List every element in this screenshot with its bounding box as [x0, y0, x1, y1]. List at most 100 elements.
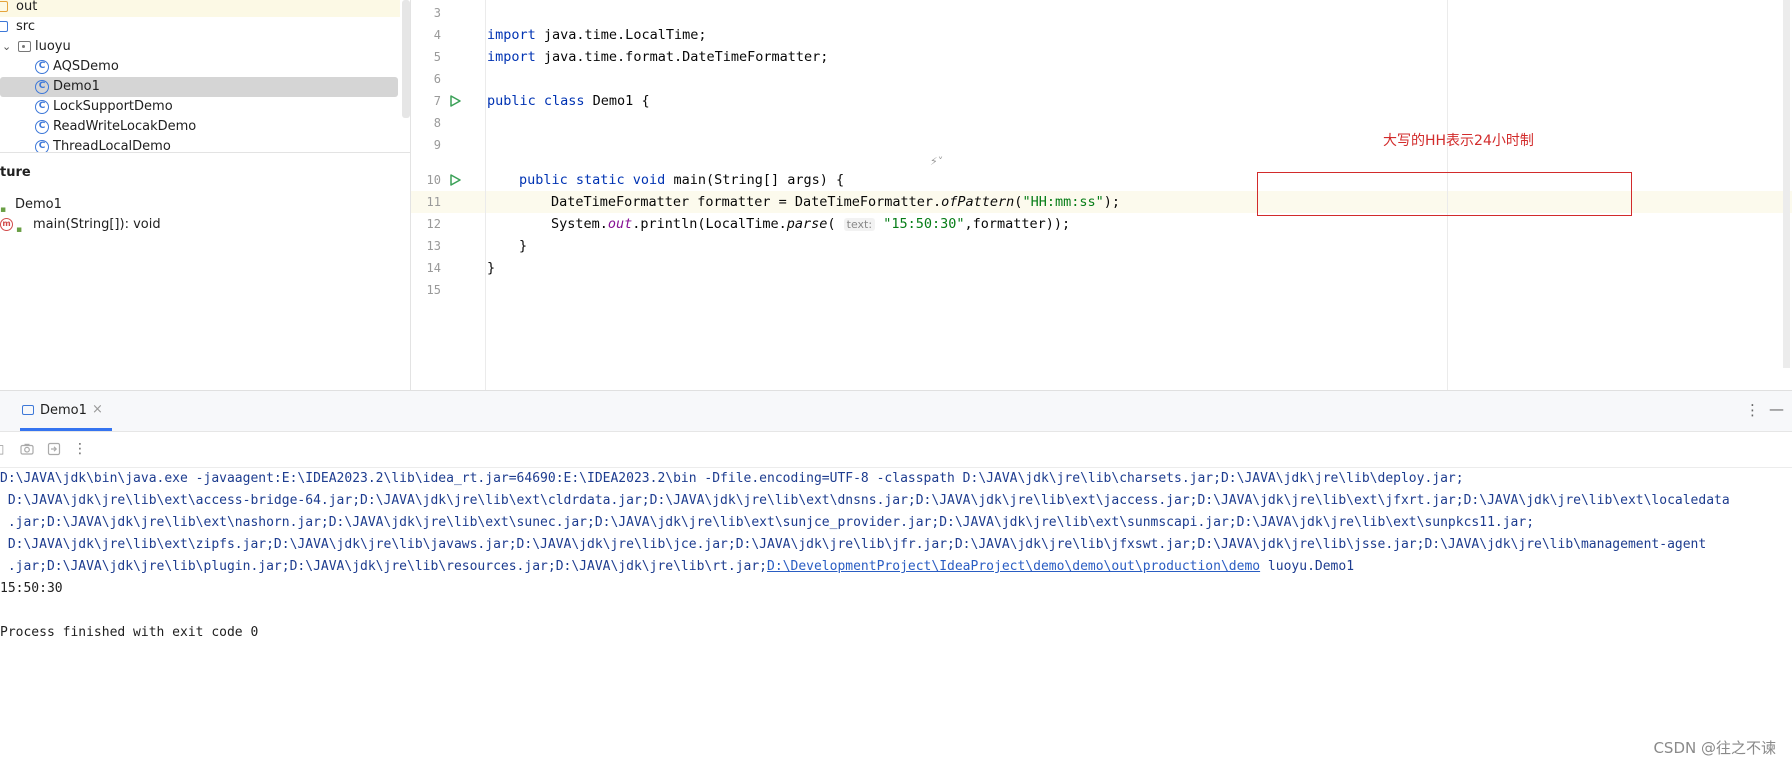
- more-options-icon[interactable]: ⋮: [1745, 401, 1760, 419]
- code-text: Demo1 {: [584, 93, 650, 109]
- static-method: ofPattern: [941, 194, 1015, 210]
- folder-icon: [0, 21, 8, 32]
- line-number: 9: [433, 138, 441, 152]
- folder-icon: [0, 1, 8, 12]
- tree-item-label: Demo1: [53, 79, 100, 94]
- camera-icon[interactable]: [20, 442, 34, 456]
- code-text: ,formatter));: [964, 216, 1071, 232]
- tree-item-label: ReadWriteLocakDemo: [53, 119, 197, 134]
- tree-item-luoyu[interactable]: ⌄ luoyu: [0, 37, 400, 57]
- structure-item-method[interactable]: m ▪ main(String[]): void: [0, 215, 400, 235]
- code-text: main(String[] args) {: [665, 172, 845, 188]
- run-tool-window: Demo1 × ⋮ — ▯ ⋮ D:\JAVA\jdk\bin\java.exe…: [0, 390, 1792, 762]
- tree-item-aqsdemo[interactable]: C AQSDemo: [0, 57, 400, 77]
- tree-item-src[interactable]: src: [0, 17, 400, 37]
- console-line: D:\JAVA\jdk\jre\lib\ext\zipfs.jar;D:\JAV…: [0, 537, 1707, 552]
- stop-icon[interactable]: ▯: [0, 442, 8, 456]
- class-icon: C: [35, 140, 49, 152]
- minimize-icon[interactable]: —: [1769, 400, 1784, 418]
- tree-item-threadlocaldemo[interactable]: C ThreadLocalDemo: [0, 137, 400, 152]
- tree-item-label: LockSupportDemo: [53, 99, 173, 114]
- console-text: luoyu.Demo1: [1260, 559, 1355, 574]
- public-modifier-icon: ▪: [16, 225, 23, 235]
- line-number: 8: [433, 116, 441, 130]
- code-line-4[interactable]: import java.time.LocalTime;: [487, 24, 706, 46]
- console-line: D:\JAVA\jdk\bin\java.exe -javaagent:E:\I…: [0, 471, 1464, 486]
- console-output[interactable]: D:\JAVA\jdk\bin\java.exe -javaagent:E:\I…: [0, 467, 1792, 762]
- method-icon: m: [0, 218, 13, 231]
- annotation-box: [1257, 172, 1632, 216]
- code-line-14[interactable]: }: [487, 257, 495, 279]
- line-number: 3: [433, 6, 441, 20]
- chevron-down-icon[interactable]: ⌄: [2, 37, 11, 57]
- code-text: .println(LocalTime.: [632, 216, 787, 232]
- keyword: public class: [487, 93, 585, 109]
- tree-item-locksupportdemo[interactable]: C LockSupportDemo: [0, 97, 400, 117]
- tree-scrollbar[interactable]: [402, 0, 410, 118]
- code-line-13[interactable]: }: [519, 235, 527, 257]
- import-icon[interactable]: [47, 442, 61, 456]
- run-header: Demo1 × ⋮ —: [0, 391, 1792, 432]
- package-icon: [18, 41, 31, 52]
- line-number: 7: [433, 94, 441, 108]
- console-line: .jar;D:\JAVA\jdk\jre\lib\ext\nashorn.jar…: [0, 515, 1535, 530]
- editor-scrollbar[interactable]: [1783, 0, 1790, 368]
- tree-item-readwritelocakdemo[interactable]: C ReadWriteLocakDemo: [0, 117, 400, 137]
- code-line-7[interactable]: public class Demo1 {: [487, 90, 650, 112]
- keyword: import: [487, 49, 536, 65]
- project-tree-panel: out src ⌄ luoyu C AQSDemo C Demo1 C Lock…: [0, 0, 410, 152]
- run-icon[interactable]: [449, 95, 461, 107]
- code-text: (: [827, 216, 844, 232]
- code-line-11[interactable]: DateTimeFormatter formatter = DateTimeFo…: [551, 191, 1120, 213]
- more-options-icon[interactable]: ⋮: [73, 442, 87, 456]
- line-number: 10: [426, 173, 441, 187]
- line-number: 4: [433, 28, 441, 42]
- class-icon: C: [35, 60, 49, 74]
- line-number: 5: [433, 50, 441, 64]
- structure-title: ture: [0, 165, 31, 180]
- tree-item-label: src: [16, 19, 35, 34]
- code-line-5[interactable]: import java.time.format.DateTimeFormatte…: [487, 46, 828, 68]
- tree-item-out[interactable]: out: [0, 0, 400, 17]
- parameter-hint: text:: [843, 218, 876, 231]
- class-icon: C: [35, 120, 49, 134]
- keyword: public static void: [519, 172, 666, 188]
- class-icon: C: [35, 100, 49, 114]
- code-line-12[interactable]: System.out.println(LocalTime.parse( text…: [551, 213, 1070, 235]
- line-number: 6: [433, 72, 441, 86]
- keyword: import: [487, 27, 536, 43]
- tab-label: Demo1: [40, 403, 87, 418]
- console-text: .jar;D:\JAVA\jdk\jre\lib\plugin.jar;D:\J…: [0, 559, 768, 574]
- line-number: 12: [426, 217, 441, 231]
- line-number: 13: [426, 239, 441, 253]
- structure-panel: ture ▪ Demo1 m ▪ main(String[]): void: [0, 152, 410, 391]
- tree-item-label: AQSDemo: [53, 59, 119, 74]
- exit-message: Process finished with exit code 0: [0, 625, 259, 640]
- tree-item-label: ThreadLocalDemo: [53, 139, 171, 152]
- code-vision-icon[interactable]: ⚡︎˅: [930, 155, 943, 168]
- structure-item-class[interactable]: ▪ Demo1: [0, 195, 400, 215]
- code-text: java.time.format.DateTimeFormatter;: [535, 49, 829, 65]
- console-line: .jar;D:\JAVA\jdk\jre\lib\plugin.jar;D:\J…: [0, 556, 1354, 578]
- code-text: System.: [551, 216, 608, 232]
- structure-item-label: main(String[]): void: [33, 217, 161, 232]
- annotation-text: 大写的HH表示24小时制: [1383, 133, 1534, 149]
- static-method: parse: [786, 216, 828, 232]
- run-toolbar: ▯ ⋮: [0, 431, 1792, 468]
- code-text: );: [1103, 194, 1120, 210]
- code-line-10[interactable]: public static void main(String[] args) {: [519, 169, 844, 191]
- tree-item-demo1[interactable]: C Demo1: [0, 77, 398, 97]
- tab-demo1[interactable]: Demo1 ×: [20, 391, 112, 431]
- program-output: 15:50:30: [0, 581, 63, 596]
- class-icon: C: [35, 80, 49, 94]
- static-field: out: [607, 216, 633, 232]
- console-line: D:\JAVA\jdk\jre\lib\ext\access-bridge-64…: [0, 493, 1730, 508]
- output-path-link[interactable]: D:\DevelopmentProject\IdeaProject\demo\d…: [767, 559, 1260, 574]
- code-text: java.time.LocalTime;: [535, 27, 707, 43]
- close-icon[interactable]: ×: [92, 402, 103, 417]
- code-editor[interactable]: 3 4 5 6 7 8 9 10 11 12 13 14 15 import j…: [411, 0, 1792, 390]
- line-number: 14: [426, 261, 441, 275]
- run-icon[interactable]: [449, 174, 461, 186]
- line-number: 11: [426, 195, 441, 209]
- string-literal: "HH:mm:ss": [1022, 194, 1104, 210]
